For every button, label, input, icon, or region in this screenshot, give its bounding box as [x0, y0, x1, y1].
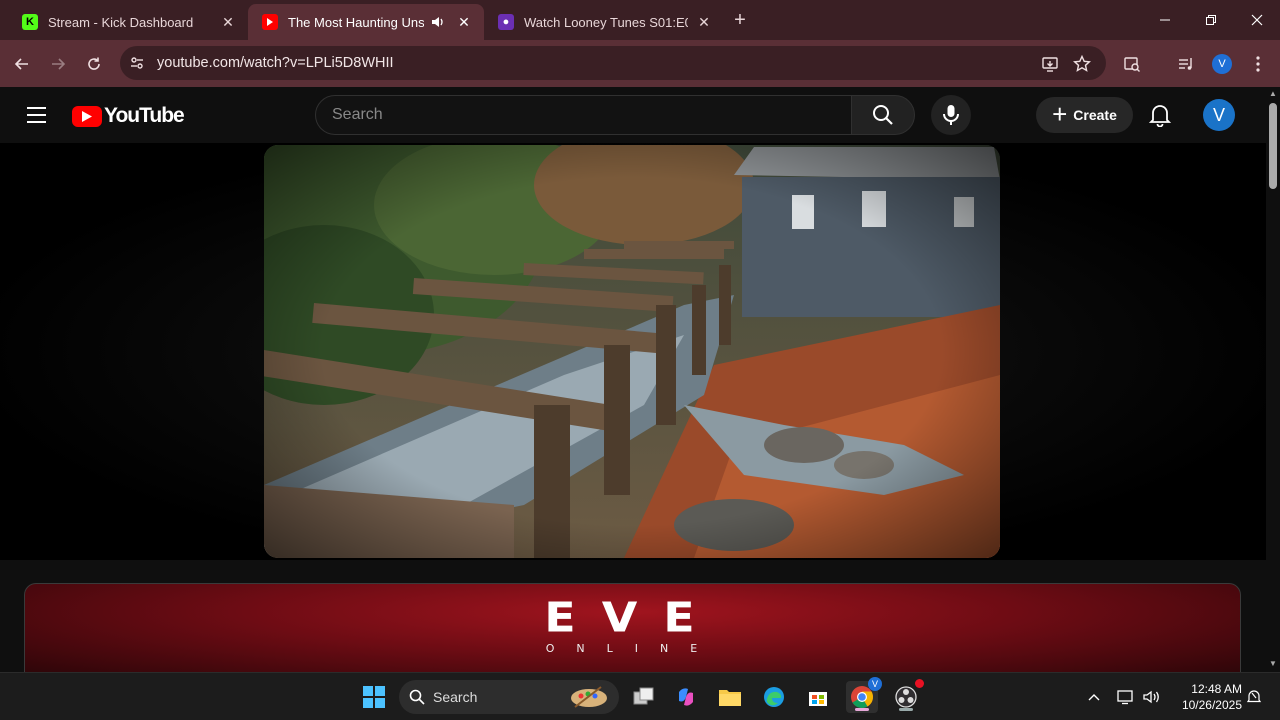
browser-toolbar: youtube.com/watch?v=LPLi5D8WHII V [0, 40, 1280, 87]
youtube-masthead: YouTube + Create V [0, 87, 1266, 143]
close-tab-icon[interactable]: ✕ [454, 12, 474, 32]
running-app-indicator [899, 708, 913, 711]
forward-button[interactable] [44, 50, 72, 78]
voice-search-button[interactable] [931, 95, 971, 135]
speaker-icon[interactable] [428, 12, 448, 32]
browser-tab-strip: K Stream - Kick Dashboard ✕ The Most Hau… [0, 0, 1280, 40]
install-app-icon[interactable] [1036, 50, 1064, 78]
search-input[interactable] [332, 106, 851, 124]
tab-search-icon[interactable] [1118, 50, 1146, 78]
file-explorer-icon[interactable] [714, 681, 746, 713]
volume-icon[interactable] [1140, 685, 1164, 709]
guide-menu-icon[interactable] [22, 101, 50, 129]
notifications-bell-icon[interactable] [1146, 101, 1174, 129]
bookmark-star-icon[interactable] [1068, 50, 1096, 78]
chrome-icon[interactable]: V [846, 677, 882, 713]
ad-brand-sub: ONLINE [545, 642, 720, 655]
close-tab-icon[interactable]: ✕ [694, 12, 714, 32]
eve-online-logo: EVE ONLINE [25, 594, 1240, 655]
close-tab-icon[interactable]: ✕ [218, 12, 238, 32]
recording-badge [915, 679, 924, 688]
search-box [315, 95, 852, 135]
network-icon[interactable] [1114, 685, 1138, 709]
show-hidden-icons-chevron-icon[interactable] [1082, 685, 1106, 709]
create-label: Create [1073, 107, 1117, 123]
taskbar-search-label: Search [433, 689, 478, 705]
video-scene-image [264, 145, 1000, 558]
search-icon [873, 105, 893, 125]
watch-icon: ● [498, 14, 514, 30]
profile-avatar: V [1212, 54, 1232, 74]
create-button[interactable]: + Create [1036, 97, 1133, 133]
youtube-icon [262, 14, 278, 30]
address-bar[interactable]: youtube.com/watch?v=LPLi5D8WHII [120, 46, 1106, 80]
copilot-icon[interactable] [670, 681, 702, 713]
page-scrollbar[interactable]: ▲ ▼ [1266, 87, 1280, 672]
account-avatar[interactable]: V [1203, 99, 1235, 131]
url-text[interactable]: youtube.com/watch?v=LPLi5D8WHII [157, 55, 394, 71]
notification-center-icon[interactable] [1242, 685, 1266, 709]
youtube-play-icon [72, 105, 102, 127]
youtube-logo[interactable]: YouTube [72, 104, 185, 128]
microphone-icon [943, 105, 959, 125]
video-player[interactable] [0, 143, 1266, 560]
microsoft-store-icon[interactable] [802, 681, 834, 713]
tab-kick-dashboard[interactable]: K Stream - Kick Dashboard ✕ [8, 4, 248, 40]
reload-button[interactable] [80, 50, 108, 78]
profile-button[interactable]: V [1208, 50, 1236, 78]
restore-button[interactable] [1188, 0, 1234, 40]
back-button[interactable] [8, 50, 36, 78]
minimize-button[interactable] [1142, 0, 1188, 40]
system-clock[interactable]: 12:48 AM 10/26/2025 [1168, 681, 1242, 713]
chrome-profile-badge: V [868, 677, 882, 691]
scroll-down-arrow[interactable]: ▼ [1268, 659, 1278, 669]
kick-icon: K [22, 14, 38, 30]
browser-menu-icon[interactable] [1244, 50, 1272, 78]
active-app-indicator [855, 708, 869, 711]
taskbar-search-box[interactable]: Search [399, 680, 619, 714]
video-frame[interactable] [264, 145, 1000, 558]
tab-youtube-video[interactable]: The Most Haunting Unsolved ✕ [248, 4, 484, 40]
new-tab-button[interactable]: + [728, 8, 752, 32]
scrollbar-thumb[interactable] [1269, 103, 1277, 189]
ad-banner[interactable]: EVE ONLINE [24, 583, 1241, 678]
clock-date: 10/26/2025 [1181, 698, 1242, 712]
edge-browser-icon[interactable] [758, 681, 790, 713]
search-button[interactable] [851, 95, 915, 135]
plus-icon: + [1052, 98, 1068, 129]
windows-taskbar: Search V 12:48 AM 10/26/2025 [0, 672, 1280, 720]
scroll-up-arrow[interactable]: ▲ [1268, 89, 1278, 99]
close-window-button[interactable] [1234, 0, 1280, 40]
ad-brand-main: EVE [544, 592, 721, 642]
paint-palette-icon [571, 686, 607, 708]
clock-time: 12:48 AM [1191, 682, 1242, 696]
youtube-wordmark: YouTube [104, 104, 185, 127]
start-menu-icon[interactable] [358, 681, 390, 713]
task-view-icon[interactable] [628, 681, 660, 713]
media-control-icon[interactable] [1172, 50, 1200, 78]
obs-studio-icon[interactable] [890, 679, 924, 713]
tab-looney-tunes[interactable]: ● Watch Looney Tunes S01:E01 - ✕ [484, 4, 724, 40]
tab-title: Stream - Kick Dashboard [48, 14, 194, 30]
site-info-icon[interactable] [124, 50, 150, 76]
tab-title: The Most Haunting Unsolved [288, 14, 424, 30]
tab-title: Watch Looney Tunes S01:E01 - [524, 14, 688, 30]
search-icon [409, 689, 425, 705]
